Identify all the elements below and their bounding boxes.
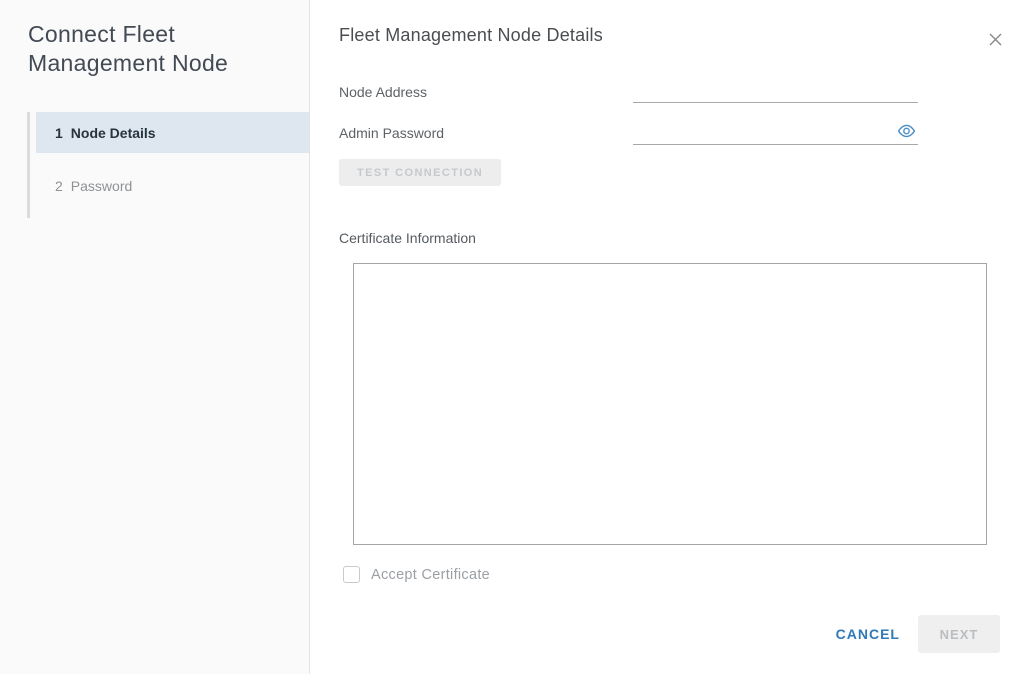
dialog-content: Fleet Management Node Details Node Addre… <box>311 0 1024 674</box>
connect-fleet-dialog: Connect Fleet Management Node 1 Node Det… <box>0 0 1024 674</box>
sidebar-step-node-details[interactable]: 1 Node Details <box>36 112 309 153</box>
cancel-button[interactable]: CANCEL <box>836 626 900 642</box>
node-address-input[interactable] <box>633 81 918 103</box>
step-number: 2 <box>55 178 63 194</box>
admin-password-input[interactable] <box>633 123 918 145</box>
step-rail <box>27 112 30 218</box>
wizard-title: Connect Fleet Management Node <box>28 20 293 78</box>
accept-certificate-label: Accept Certificate <box>371 567 490 583</box>
accept-certificate-row: Accept Certificate <box>343 566 490 583</box>
step-label: Password <box>71 178 132 194</box>
step-number: 1 <box>55 125 63 141</box>
test-connection-button[interactable]: TEST CONNECTION <box>339 159 501 186</box>
step-label: Node Details <box>71 125 156 141</box>
certificate-information-box[interactable] <box>353 263 987 545</box>
wizard-sidebar: Connect Fleet Management Node 1 Node Det… <box>0 0 310 674</box>
wizard-steps: 1 Node Details 2 Password <box>27 112 309 206</box>
node-address-label: Node Address <box>339 84 427 100</box>
next-button[interactable]: NEXT <box>918 615 1000 653</box>
eye-glyph <box>897 124 916 138</box>
close-x-glyph <box>988 32 1003 47</box>
accept-certificate-checkbox[interactable] <box>343 566 360 583</box>
certificate-information-label: Certificate Information <box>339 230 476 246</box>
show-password-eye-icon[interactable] <box>894 122 918 140</box>
close-icon[interactable] <box>984 28 1006 50</box>
sidebar-step-password[interactable]: 2 Password <box>36 165 309 206</box>
admin-password-label: Admin Password <box>339 125 444 141</box>
panel-title: Fleet Management Node Details <box>339 25 603 46</box>
